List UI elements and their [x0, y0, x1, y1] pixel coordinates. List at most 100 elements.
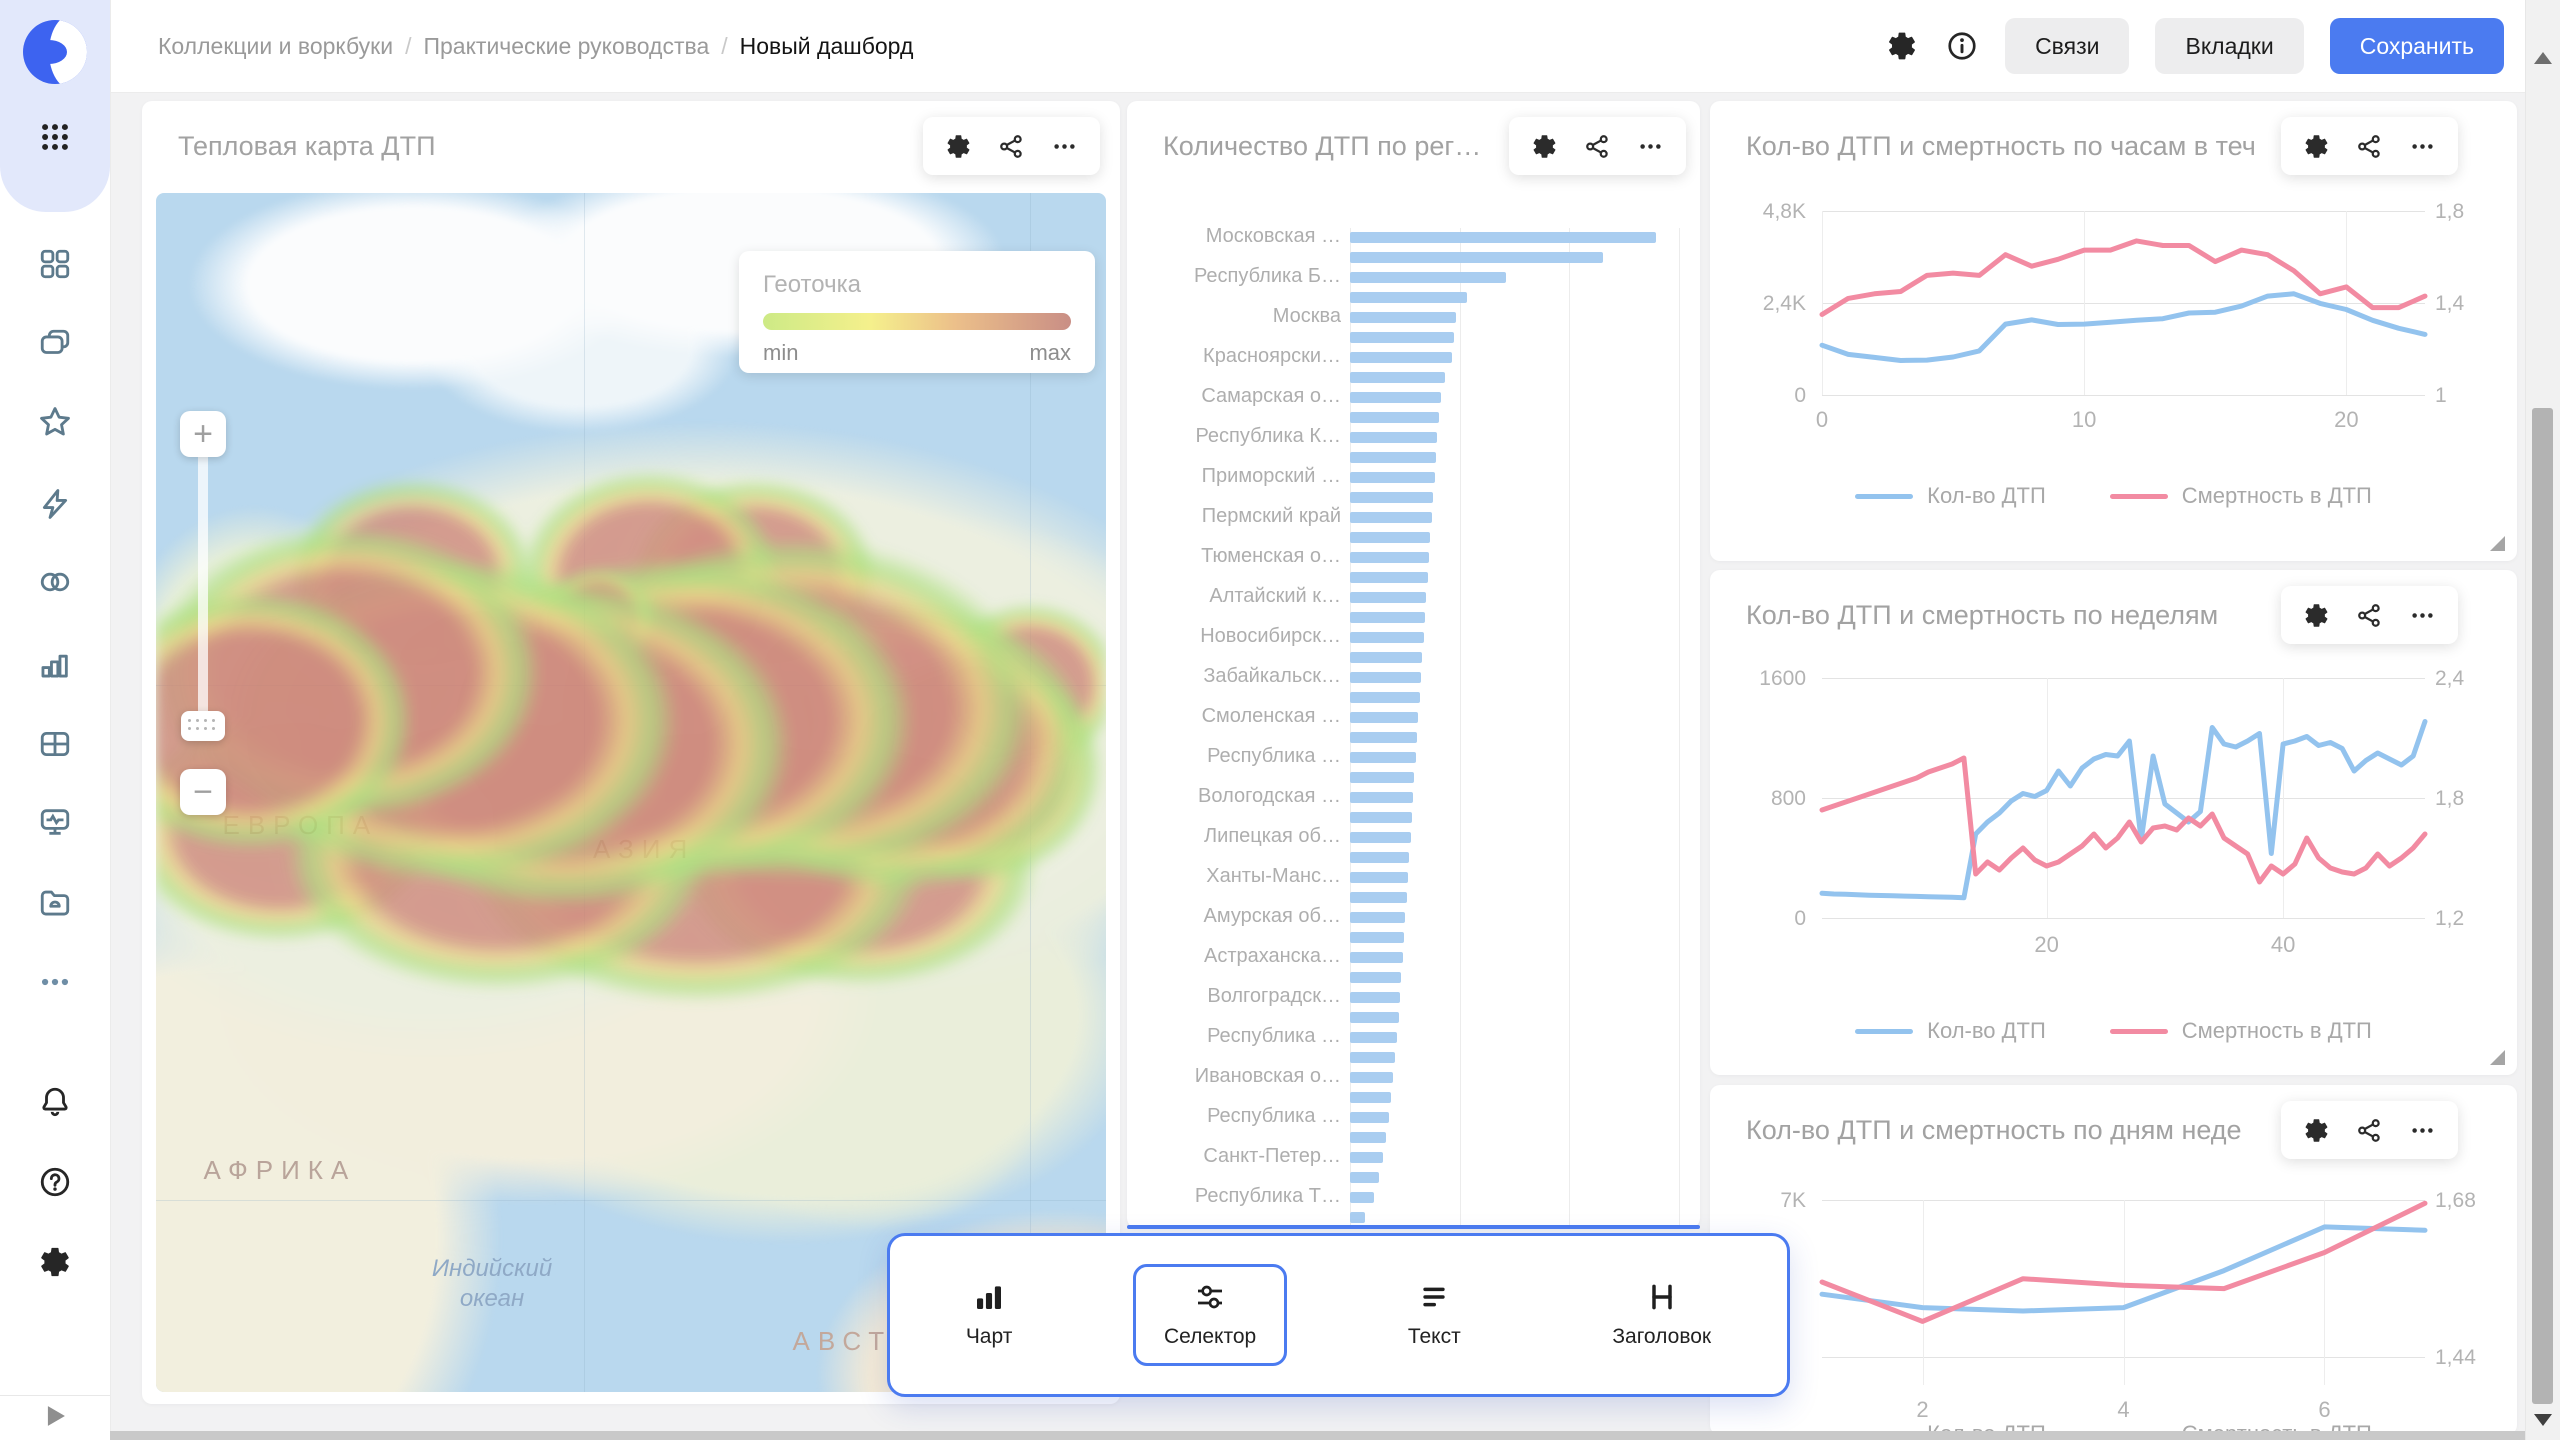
sidebar-item-notifications-bell[interactable]: [0, 1078, 110, 1126]
series-line-Кол-во ДТП: [1822, 1227, 2425, 1311]
legend-item[interactable]: Кол-во ДТП: [1855, 1018, 2046, 1044]
map-zoom-slider-handle[interactable]: [181, 711, 225, 741]
bar: [1350, 972, 1401, 983]
links-button[interactable]: Связи: [2005, 18, 2129, 74]
chart-widget-actions: [2281, 117, 2458, 175]
dashboard-settings-gear-icon[interactable]: [1885, 29, 1919, 63]
bar: [1350, 412, 1439, 423]
nav-storage-icon: [38, 885, 72, 919]
widget-resize-handle[interactable]: [2490, 1050, 2505, 1065]
bar-category-label: Астраханска…: [1127, 945, 1341, 968]
sidebar-item-nav-monitoring[interactable]: [0, 798, 110, 846]
scroll-down-arrow-icon[interactable]: [2534, 1414, 2552, 1426]
bar-widget-title: Количество ДТП по рег…: [1163, 131, 1481, 162]
sidebar-item-help-question[interactable]: [0, 1158, 110, 1206]
sidebar-item-nav-quick[interactable]: [0, 480, 110, 528]
line-chart-plot: [1822, 211, 2425, 395]
bar: [1350, 852, 1409, 863]
vertical-scrollbar[interactable]: [2525, 0, 2560, 1440]
bar-category-label: Приморский …: [1127, 465, 1341, 488]
widget-more-icon[interactable]: [2409, 1117, 2436, 1144]
notifications-bell-icon: [38, 1085, 72, 1119]
bar-row: Забайкальск…: [1127, 668, 1684, 688]
widget-settings-gear-icon[interactable]: [2303, 133, 2330, 160]
series-line-Смертность в ДТП: [1822, 1203, 2425, 1321]
map-zoom-out-button[interactable]: −: [180, 769, 226, 815]
widget-resize-handle[interactable]: [2490, 536, 2505, 551]
bar: [1350, 772, 1414, 783]
horizontal-scrollbar[interactable]: [110, 1431, 2526, 1440]
toolbar-item-label: Чарт: [966, 1325, 1013, 1349]
widget-share-icon[interactable]: [2356, 1117, 2383, 1144]
toolbar-item-Чарт[interactable]: Чарт: [935, 1264, 1044, 1366]
scroll-up-arrow-icon[interactable]: [2534, 52, 2552, 64]
bar-category-label: Ивановская о…: [1127, 1065, 1341, 1088]
legend-item[interactable]: Смертность в ДТП: [2110, 1018, 2372, 1044]
bar-chart-plot: Московская …Республика Б…МоскваКрасноярс…: [1127, 228, 1684, 1228]
add-widget-toolbar: Чарт Селектор Текст Заголовок: [887, 1233, 1790, 1397]
heatmap-map[interactable]: ЕВРОПА АЗИЯ АФРИКА Индийский океан АВСТР…: [156, 193, 1106, 1392]
bar: [1350, 1212, 1365, 1223]
widget-settings-gear-icon[interactable]: [945, 133, 972, 160]
widget-settings-gear-icon[interactable]: [2303, 1117, 2330, 1144]
sidebar-item-nav-charts[interactable]: [0, 640, 110, 688]
info-icon[interactable]: [1945, 29, 1979, 63]
sidebar-item-nav-connections[interactable]: [0, 558, 110, 606]
widget-share-icon[interactable]: [2356, 133, 2383, 160]
widget-share-icon[interactable]: [1584, 133, 1611, 160]
sidebar-item-apps-grid[interactable]: [0, 113, 110, 161]
sidebar-item-nav-dashboards[interactable]: [0, 240, 110, 288]
legend-line-swatch: [1855, 1029, 1913, 1034]
widget-settings-gear-icon[interactable]: [1531, 133, 1558, 160]
sidebar-item-nav-storage[interactable]: [0, 878, 110, 926]
bar-category-label: Амурская об…: [1127, 905, 1341, 928]
breadcrumb: Коллекции и воркбуки/Практические руково…: [158, 33, 1885, 60]
hourly-chart-card: Кол-во ДТП и смертность по часам в теч 0…: [1710, 101, 2517, 561]
toolbar-item-Заголовок[interactable]: Заголовок: [1581, 1264, 1742, 1366]
breadcrumb-item[interactable]: Коллекции и воркбуки: [158, 33, 393, 60]
x-axis-tick-label: 40: [2271, 932, 2295, 958]
legend-item[interactable]: Смертность в ДТП: [2110, 483, 2372, 509]
bar-row: Республика К…: [1127, 428, 1684, 448]
tabs-button[interactable]: Вкладки: [2155, 18, 2303, 74]
datalens-logo[interactable]: [23, 20, 87, 84]
y-axis-right-tick-label: 1,8: [2435, 787, 2464, 811]
nav-quick-icon: [38, 487, 72, 521]
map-legend-min: min: [763, 340, 798, 366]
widget-more-icon[interactable]: [2409, 133, 2436, 160]
sidebar-item-settings-gear[interactable]: [0, 1238, 110, 1286]
sidebar-item-nav-favorites[interactable]: [0, 398, 110, 446]
chart-widget-actions: [2281, 1101, 2458, 1159]
bar-row: Ханты-Манс…: [1127, 868, 1684, 888]
bar: [1350, 1192, 1374, 1203]
bar-category-label: Тюменская о…: [1127, 545, 1341, 568]
sidebar-item-nav-more[interactable]: [0, 958, 110, 1006]
sidebar-item-nav-tables[interactable]: [0, 720, 110, 768]
sidebar-expand-button[interactable]: [0, 1392, 110, 1440]
map-zoom-in-button[interactable]: +: [180, 411, 226, 457]
widget-share-icon[interactable]: [2356, 602, 2383, 629]
weekly-chart-title: Кол-во ДТП и смертность по неделям: [1746, 600, 2218, 631]
widget-more-icon[interactable]: [1051, 133, 1078, 160]
bar-row: Республика Т…: [1127, 1188, 1684, 1208]
toolbar-item-Селектор[interactable]: Селектор: [1133, 1264, 1287, 1366]
widget-share-icon[interactable]: [998, 133, 1025, 160]
toolbar-item-Текст[interactable]: Текст: [1377, 1264, 1492, 1366]
legend-line-swatch: [2110, 1029, 2168, 1034]
widget-more-icon[interactable]: [2409, 602, 2436, 629]
save-button[interactable]: Сохранить: [2330, 18, 2504, 74]
widget-settings-gear-icon[interactable]: [2303, 602, 2330, 629]
map-zoom-slider-track[interactable]: [198, 441, 208, 737]
bar: [1350, 592, 1426, 603]
bar: [1350, 952, 1403, 963]
breadcrumb-item[interactable]: Практические руководства: [423, 33, 709, 60]
bar-row: Алтайский к…: [1127, 588, 1684, 608]
widget-more-icon[interactable]: [1637, 133, 1664, 160]
sidebar-item-nav-workbooks[interactable]: [0, 320, 110, 368]
bar-category-label: Алтайский к…: [1127, 585, 1341, 608]
bar-category-label: Республика Т…: [1127, 1185, 1341, 1208]
vertical-scrollbar-thumb[interactable]: [2532, 408, 2553, 1404]
legend-item[interactable]: Кол-во ДТП: [1855, 483, 2046, 509]
bar: [1350, 832, 1411, 843]
header: Коллекции и воркбуки/Практические руково…: [110, 0, 2560, 93]
